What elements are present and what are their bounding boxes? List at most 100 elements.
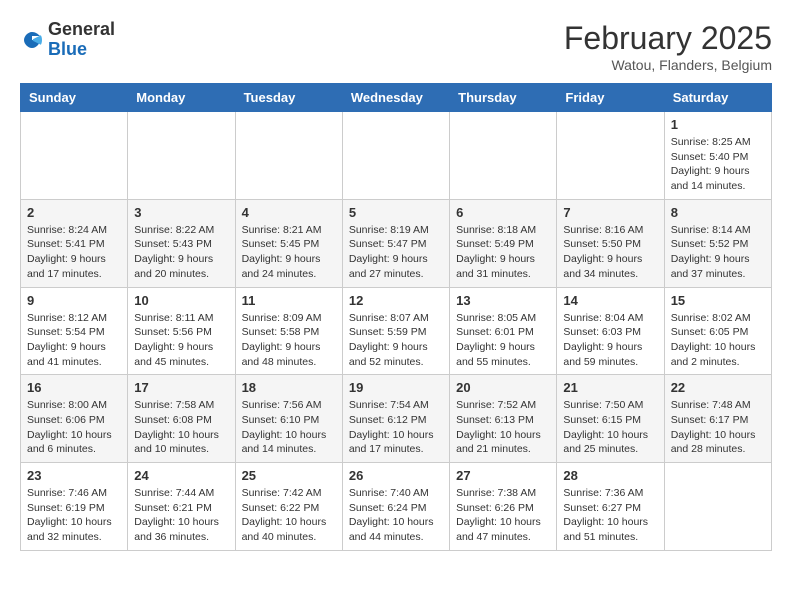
calendar-week-row: 16 Sunrise: 8:00 AM Sunset: 6:06 PM Dayli… xyxy=(21,375,772,463)
day-number: 9 xyxy=(27,293,121,308)
day-number: 2 xyxy=(27,205,121,220)
day-info: Sunrise: 8:14 AM Sunset: 5:52 PM Dayligh… xyxy=(671,223,765,282)
calendar-header-saturday: Saturday xyxy=(664,84,771,112)
calendar-week-row: 23 Sunrise: 7:46 AM Sunset: 6:19 PM Dayli… xyxy=(21,463,772,551)
calendar-week-row: 1 Sunrise: 8:25 AM Sunset: 5:40 PM Daylig… xyxy=(21,112,772,200)
day-number: 14 xyxy=(563,293,657,308)
calendar-cell: 10Sunrise: 8:11 AM Sunset: 5:56 PM Dayli… xyxy=(128,287,235,375)
calendar-cell: 20 Sunrise: 7:52 AM Sunset: 6:13 PM Dayli… xyxy=(450,375,557,463)
day-info: Sunrise: 7:46 AM Sunset: 6:19 PM Dayligh… xyxy=(27,486,121,545)
day-number: 20 xyxy=(456,380,550,395)
month-title: February 2025 xyxy=(564,20,772,57)
calendar-cell: 13 Sunrise: 8:05 AM Sunset: 6:01 PM Dayli… xyxy=(450,287,557,375)
calendar-header-row: SundayMondayTuesdayWednesdayThursdayFrid… xyxy=(21,84,772,112)
calendar-cell: 26 Sunrise: 7:40 AM Sunset: 6:24 PM Dayli… xyxy=(342,463,449,551)
calendar-cell: 16 Sunrise: 8:00 AM Sunset: 6:06 PM Dayli… xyxy=(21,375,128,463)
day-info: Sunrise: 8:18 AM Sunset: 5:49 PM Dayligh… xyxy=(456,223,550,282)
day-info: Sunrise: 7:40 AM Sunset: 6:24 PM Dayligh… xyxy=(349,486,443,545)
calendar-header-monday: Monday xyxy=(128,84,235,112)
day-info: Sunrise: 7:44 AM Sunset: 6:21 PM Dayligh… xyxy=(134,486,228,545)
calendar-cell xyxy=(664,463,771,551)
day-info: Sunrise: 7:58 AM Sunset: 6:08 PM Dayligh… xyxy=(134,398,228,457)
logo-blue-text: Blue xyxy=(48,39,87,59)
calendar-cell: 5 Sunrise: 8:19 AM Sunset: 5:47 PM Daylig… xyxy=(342,199,449,287)
calendar-cell: 21 Sunrise: 7:50 AM Sunset: 6:15 PM Dayli… xyxy=(557,375,664,463)
calendar-cell xyxy=(342,112,449,200)
calendar-cell: 2 Sunrise: 8:24 AM Sunset: 5:41 PM Daylig… xyxy=(21,199,128,287)
calendar-cell: 18 Sunrise: 7:56 AM Sunset: 6:10 PM Dayli… xyxy=(235,375,342,463)
day-number: 17 xyxy=(134,380,228,395)
calendar-cell: 12 Sunrise: 8:07 AM Sunset: 5:59 PM Dayli… xyxy=(342,287,449,375)
day-info: Sunrise: 8:22 AM Sunset: 5:43 PM Dayligh… xyxy=(134,223,228,282)
logo-icon xyxy=(20,28,44,52)
calendar-cell xyxy=(235,112,342,200)
day-info: Sunrise: 7:36 AM Sunset: 6:27 PM Dayligh… xyxy=(563,486,657,545)
calendar-header-thursday: Thursday xyxy=(450,84,557,112)
day-number: 15 xyxy=(671,293,765,308)
calendar-cell: 17 Sunrise: 7:58 AM Sunset: 6:08 PM Dayli… xyxy=(128,375,235,463)
day-number: 3 xyxy=(134,205,228,220)
day-number: 10 xyxy=(134,293,228,308)
logo-general-text: General xyxy=(48,19,115,39)
day-number: 1 xyxy=(671,117,765,132)
calendar-header-tuesday: Tuesday xyxy=(235,84,342,112)
day-number: 25 xyxy=(242,468,336,483)
calendar-cell: 9 Sunrise: 8:12 AM Sunset: 5:54 PM Daylig… xyxy=(21,287,128,375)
day-info: Sunrise: 8:12 AM Sunset: 5:54 PM Dayligh… xyxy=(27,311,121,370)
day-number: 19 xyxy=(349,380,443,395)
calendar-cell: 4Sunrise: 8:21 AM Sunset: 5:45 PM Daylig… xyxy=(235,199,342,287)
day-info: Sunrise: 8:07 AM Sunset: 5:59 PM Dayligh… xyxy=(349,311,443,370)
calendar-header-friday: Friday xyxy=(557,84,664,112)
calendar-week-row: 2 Sunrise: 8:24 AM Sunset: 5:41 PM Daylig… xyxy=(21,199,772,287)
day-number: 18 xyxy=(242,380,336,395)
day-info: Sunrise: 8:19 AM Sunset: 5:47 PM Dayligh… xyxy=(349,223,443,282)
day-info: Sunrise: 8:21 AM Sunset: 5:45 PM Dayligh… xyxy=(242,223,336,282)
day-info: Sunrise: 7:38 AM Sunset: 6:26 PM Dayligh… xyxy=(456,486,550,545)
calendar-cell: 25Sunrise: 7:42 AM Sunset: 6:22 PM Dayli… xyxy=(235,463,342,551)
location: Watou, Flanders, Belgium xyxy=(564,57,772,73)
calendar-cell xyxy=(21,112,128,200)
day-number: 26 xyxy=(349,468,443,483)
day-number: 11 xyxy=(242,293,336,308)
day-number: 16 xyxy=(27,380,121,395)
day-number: 23 xyxy=(27,468,121,483)
calendar-cell: 7 Sunrise: 8:16 AM Sunset: 5:50 PM Daylig… xyxy=(557,199,664,287)
calendar-cell xyxy=(450,112,557,200)
title-area: February 2025 Watou, Flanders, Belgium xyxy=(564,20,772,73)
calendar-cell: 19 Sunrise: 7:54 AM Sunset: 6:12 PM Dayli… xyxy=(342,375,449,463)
calendar-cell: 8Sunrise: 8:14 AM Sunset: 5:52 PM Daylig… xyxy=(664,199,771,287)
calendar-cell: 3 Sunrise: 8:22 AM Sunset: 5:43 PM Daylig… xyxy=(128,199,235,287)
calendar-cell: 14Sunrise: 8:04 AM Sunset: 6:03 PM Dayli… xyxy=(557,287,664,375)
calendar-cell: 27 Sunrise: 7:38 AM Sunset: 6:26 PM Dayli… xyxy=(450,463,557,551)
calendar-cell: 23 Sunrise: 7:46 AM Sunset: 6:19 PM Dayli… xyxy=(21,463,128,551)
calendar-cell: 22Sunrise: 7:48 AM Sunset: 6:17 PM Dayli… xyxy=(664,375,771,463)
calendar-header-sunday: Sunday xyxy=(21,84,128,112)
logo-text: General Blue xyxy=(48,20,115,60)
day-info: Sunrise: 7:56 AM Sunset: 6:10 PM Dayligh… xyxy=(242,398,336,457)
calendar-cell: 15 Sunrise: 8:02 AM Sunset: 6:05 PM Dayli… xyxy=(664,287,771,375)
calendar-cell xyxy=(128,112,235,200)
day-number: 22 xyxy=(671,380,765,395)
day-info: Sunrise: 8:25 AM Sunset: 5:40 PM Dayligh… xyxy=(671,135,765,194)
day-info: Sunrise: 8:24 AM Sunset: 5:41 PM Dayligh… xyxy=(27,223,121,282)
day-number: 28 xyxy=(563,468,657,483)
day-info: Sunrise: 7:54 AM Sunset: 6:12 PM Dayligh… xyxy=(349,398,443,457)
day-info: Sunrise: 8:02 AM Sunset: 6:05 PM Dayligh… xyxy=(671,311,765,370)
day-number: 13 xyxy=(456,293,550,308)
day-number: 21 xyxy=(563,380,657,395)
calendar-week-row: 9 Sunrise: 8:12 AM Sunset: 5:54 PM Daylig… xyxy=(21,287,772,375)
calendar-cell: 24 Sunrise: 7:44 AM Sunset: 6:21 PM Dayli… xyxy=(128,463,235,551)
day-info: Sunrise: 8:05 AM Sunset: 6:01 PM Dayligh… xyxy=(456,311,550,370)
day-info: Sunrise: 7:50 AM Sunset: 6:15 PM Dayligh… xyxy=(563,398,657,457)
day-number: 24 xyxy=(134,468,228,483)
day-number: 27 xyxy=(456,468,550,483)
header: General Blue February 2025 Watou, Flande… xyxy=(20,20,772,73)
day-number: 5 xyxy=(349,205,443,220)
day-number: 12 xyxy=(349,293,443,308)
day-info: Sunrise: 7:52 AM Sunset: 6:13 PM Dayligh… xyxy=(456,398,550,457)
calendar: SundayMondayTuesdayWednesdayThursdayFrid… xyxy=(20,83,772,551)
day-info: Sunrise: 8:00 AM Sunset: 6:06 PM Dayligh… xyxy=(27,398,121,457)
logo: General Blue xyxy=(20,20,115,60)
day-number: 7 xyxy=(563,205,657,220)
day-info: Sunrise: 8:16 AM Sunset: 5:50 PM Dayligh… xyxy=(563,223,657,282)
